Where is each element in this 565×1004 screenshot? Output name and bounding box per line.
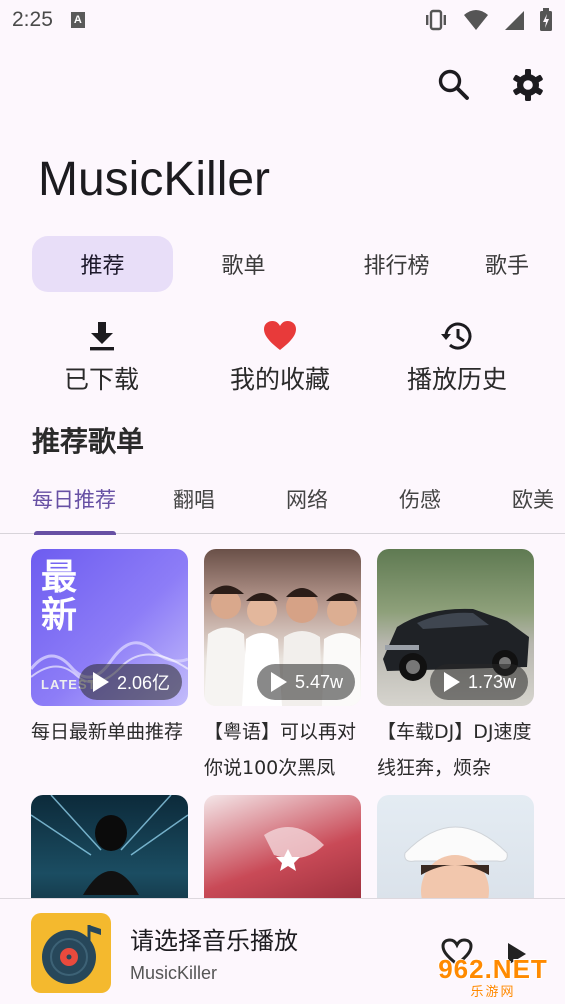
play-count-badge: 5.47w bbox=[256, 664, 355, 700]
now-playing-art bbox=[31, 913, 111, 993]
cover-text-latest: 最新 bbox=[41, 557, 78, 636]
category-tabs: 每日推荐 翻唱 网络 伤感 欧美 bbox=[0, 480, 565, 535]
tab-recommend[interactable]: 推荐 bbox=[32, 236, 173, 292]
playlist-cover: 5.47w bbox=[204, 549, 361, 706]
gear-icon[interactable] bbox=[511, 68, 545, 102]
notification-a-icon: A bbox=[70, 12, 85, 28]
cat-tab-internet[interactable]: 网络 bbox=[286, 484, 328, 514]
vibrate-icon bbox=[426, 9, 446, 31]
play-icon bbox=[443, 672, 460, 692]
playlist-cover: 1.73w bbox=[377, 549, 534, 706]
play-count: 2.06亿 bbox=[116, 673, 170, 693]
watermark-line2: 乐游网 bbox=[470, 985, 516, 1000]
playlist-card[interactable]: 5.47w 【粤语】可以再对你说100次黑凤 bbox=[204, 549, 361, 786]
site-watermark: 962.NET 乐游网 bbox=[426, 954, 560, 1000]
favorites-label: 我的收藏 bbox=[230, 365, 331, 394]
cat-tab-indicator bbox=[34, 531, 116, 535]
play-count-badge: 2.06亿 bbox=[78, 664, 182, 700]
now-playing-title: 请选择音乐播放 bbox=[130, 927, 298, 955]
tab-artists[interactable]: 歌手 bbox=[467, 236, 547, 292]
tab-charts[interactable]: 排行榜 bbox=[326, 236, 467, 292]
status-bar: 2:25 A bbox=[0, 0, 565, 40]
cat-tab-cover[interactable]: 翻唱 bbox=[173, 484, 215, 514]
cat-tab-daily[interactable]: 每日推荐 bbox=[32, 484, 116, 514]
play-icon bbox=[92, 672, 109, 692]
playlist-title: 【车载DJ】DJ速度线狂奔，烦杂 bbox=[377, 721, 532, 779]
play-count: 5.47w bbox=[294, 671, 343, 692]
favorites-button[interactable]: 我的收藏 bbox=[230, 318, 330, 396]
history-label: 播放历史 bbox=[407, 365, 508, 394]
playlist-cover: 最新 LATEST 2.06亿 bbox=[31, 549, 188, 706]
playlist-title: 每日最新单曲推荐 bbox=[31, 721, 184, 743]
play-icon bbox=[270, 672, 287, 692]
playlist-title: 【粤语】可以再对你说100次黑凤 bbox=[204, 721, 357, 779]
search-icon[interactable] bbox=[437, 68, 471, 102]
battery-icon bbox=[540, 8, 552, 31]
history-button[interactable]: 播放历史 bbox=[407, 318, 507, 396]
downloaded-label: 已下载 bbox=[64, 365, 140, 394]
playlist-card[interactable]: 最新 LATEST 2.06亿 每日最新单曲推荐 bbox=[31, 549, 188, 786]
downloaded-button[interactable]: 已下载 bbox=[64, 318, 139, 396]
app-title: MusicKiller bbox=[38, 153, 271, 206]
heart-icon bbox=[262, 318, 298, 354]
download-icon bbox=[84, 318, 120, 354]
tab-playlists[interactable]: 歌单 bbox=[173, 236, 314, 292]
playlist-card[interactable]: 1.73w 【车载DJ】DJ速度线狂奔，烦杂 bbox=[377, 549, 534, 786]
status-time: 2:25 bbox=[12, 8, 53, 31]
wifi-icon bbox=[464, 10, 488, 30]
vinyl-icon bbox=[42, 925, 101, 984]
section-title: 推荐歌单 bbox=[32, 425, 145, 458]
cat-tab-sad[interactable]: 伤感 bbox=[399, 484, 441, 514]
play-count-badge: 1.73w bbox=[429, 664, 528, 700]
signal-icon bbox=[505, 11, 524, 30]
now-playing-subtitle: MusicKiller bbox=[130, 963, 218, 983]
cat-tab-western[interactable]: 欧美 bbox=[512, 484, 554, 514]
play-count: 1.73w bbox=[467, 671, 516, 692]
history-icon bbox=[439, 318, 475, 354]
top-actions bbox=[437, 68, 545, 102]
main-tabs: 推荐 歌单 排行榜 歌手 bbox=[32, 236, 547, 292]
